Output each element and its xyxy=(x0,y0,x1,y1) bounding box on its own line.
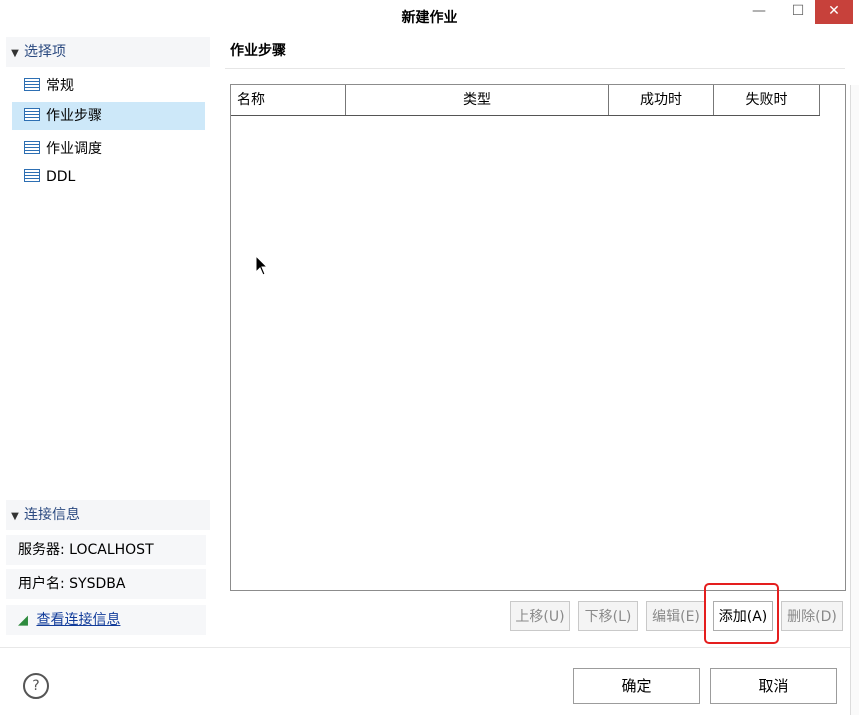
page-icon xyxy=(24,169,40,182)
page-icon xyxy=(24,108,40,121)
column-header-name[interactable]: 名称 xyxy=(231,85,346,115)
sidebar-item-label: 作业调度 xyxy=(46,141,102,157)
sidebar-item-label: 常规 xyxy=(46,78,74,94)
server-info: 服务器: LOCALHOST xyxy=(6,535,206,565)
page-icon xyxy=(24,78,40,91)
chevron-down-icon: ▼ xyxy=(11,511,19,522)
sidebar-item-job-schedule[interactable]: 作业调度 xyxy=(12,135,205,163)
view-connection-row: ◢ 查看连接信息 xyxy=(6,605,206,635)
job-steps-table[interactable]: 名称 类型 成功时 失败时 xyxy=(230,84,846,591)
footer-divider xyxy=(0,647,859,648)
ok-button[interactable]: 确定 xyxy=(573,668,700,704)
selection-section-title: 选择项 xyxy=(24,44,66,60)
help-icon[interactable]: ? xyxy=(23,673,49,699)
column-header-on-success[interactable]: 成功时 xyxy=(609,85,714,115)
highlight-box xyxy=(704,583,779,644)
selection-section-header[interactable]: ▼ 选择项 xyxy=(6,37,210,67)
close-button[interactable]: ✕ xyxy=(815,0,853,24)
sidebar-item-label: 作业步骤 xyxy=(46,108,102,124)
sidebar: ▼ 选择项 常规 作业步骤 作业调度 DDL ▼ 连接信息 服务器: LOCALHO… xyxy=(0,33,212,643)
move-up-button[interactable]: 上移(U) xyxy=(510,601,570,631)
cancel-button[interactable]: 取消 xyxy=(710,668,837,704)
column-header-on-failure[interactable]: 失败时 xyxy=(714,85,820,115)
divider xyxy=(225,68,845,69)
column-header-type[interactable]: 类型 xyxy=(346,85,609,115)
chevron-down-icon: ▼ xyxy=(11,48,19,59)
sidebar-item-label: DDL xyxy=(46,169,76,185)
minimize-button[interactable]: — xyxy=(744,0,774,24)
sidebar-item-job-steps[interactable]: 作业步骤 xyxy=(12,102,205,130)
delete-button[interactable]: 删除(D) xyxy=(781,601,843,631)
sidebar-item-general[interactable]: 常规 xyxy=(12,72,205,100)
connection-section-header[interactable]: ▼ 连接信息 xyxy=(6,500,210,530)
window-title: 新建作业 xyxy=(401,10,458,26)
edit-button[interactable]: 编辑(E) xyxy=(646,601,706,631)
connection-icon: ◢ xyxy=(18,613,28,628)
move-down-button[interactable]: 下移(L) xyxy=(578,601,638,631)
maximize-button[interactable]: ☐ xyxy=(783,0,813,24)
connection-section-title: 连接信息 xyxy=(24,507,80,523)
table-header: 名称 类型 成功时 失败时 xyxy=(231,85,820,116)
view-connection-link[interactable]: 查看连接信息 xyxy=(36,612,120,628)
mouse-cursor-icon xyxy=(255,255,269,276)
user-info: 用户名: SYSDBA xyxy=(6,569,206,599)
page-icon xyxy=(24,141,40,154)
sidebar-item-ddl[interactable]: DDL xyxy=(12,163,205,191)
page-title: 作业步骤 xyxy=(230,43,286,59)
title-bar: 新建作业 — ☐ ✕ xyxy=(0,0,859,33)
window-frame-edge xyxy=(850,85,859,715)
